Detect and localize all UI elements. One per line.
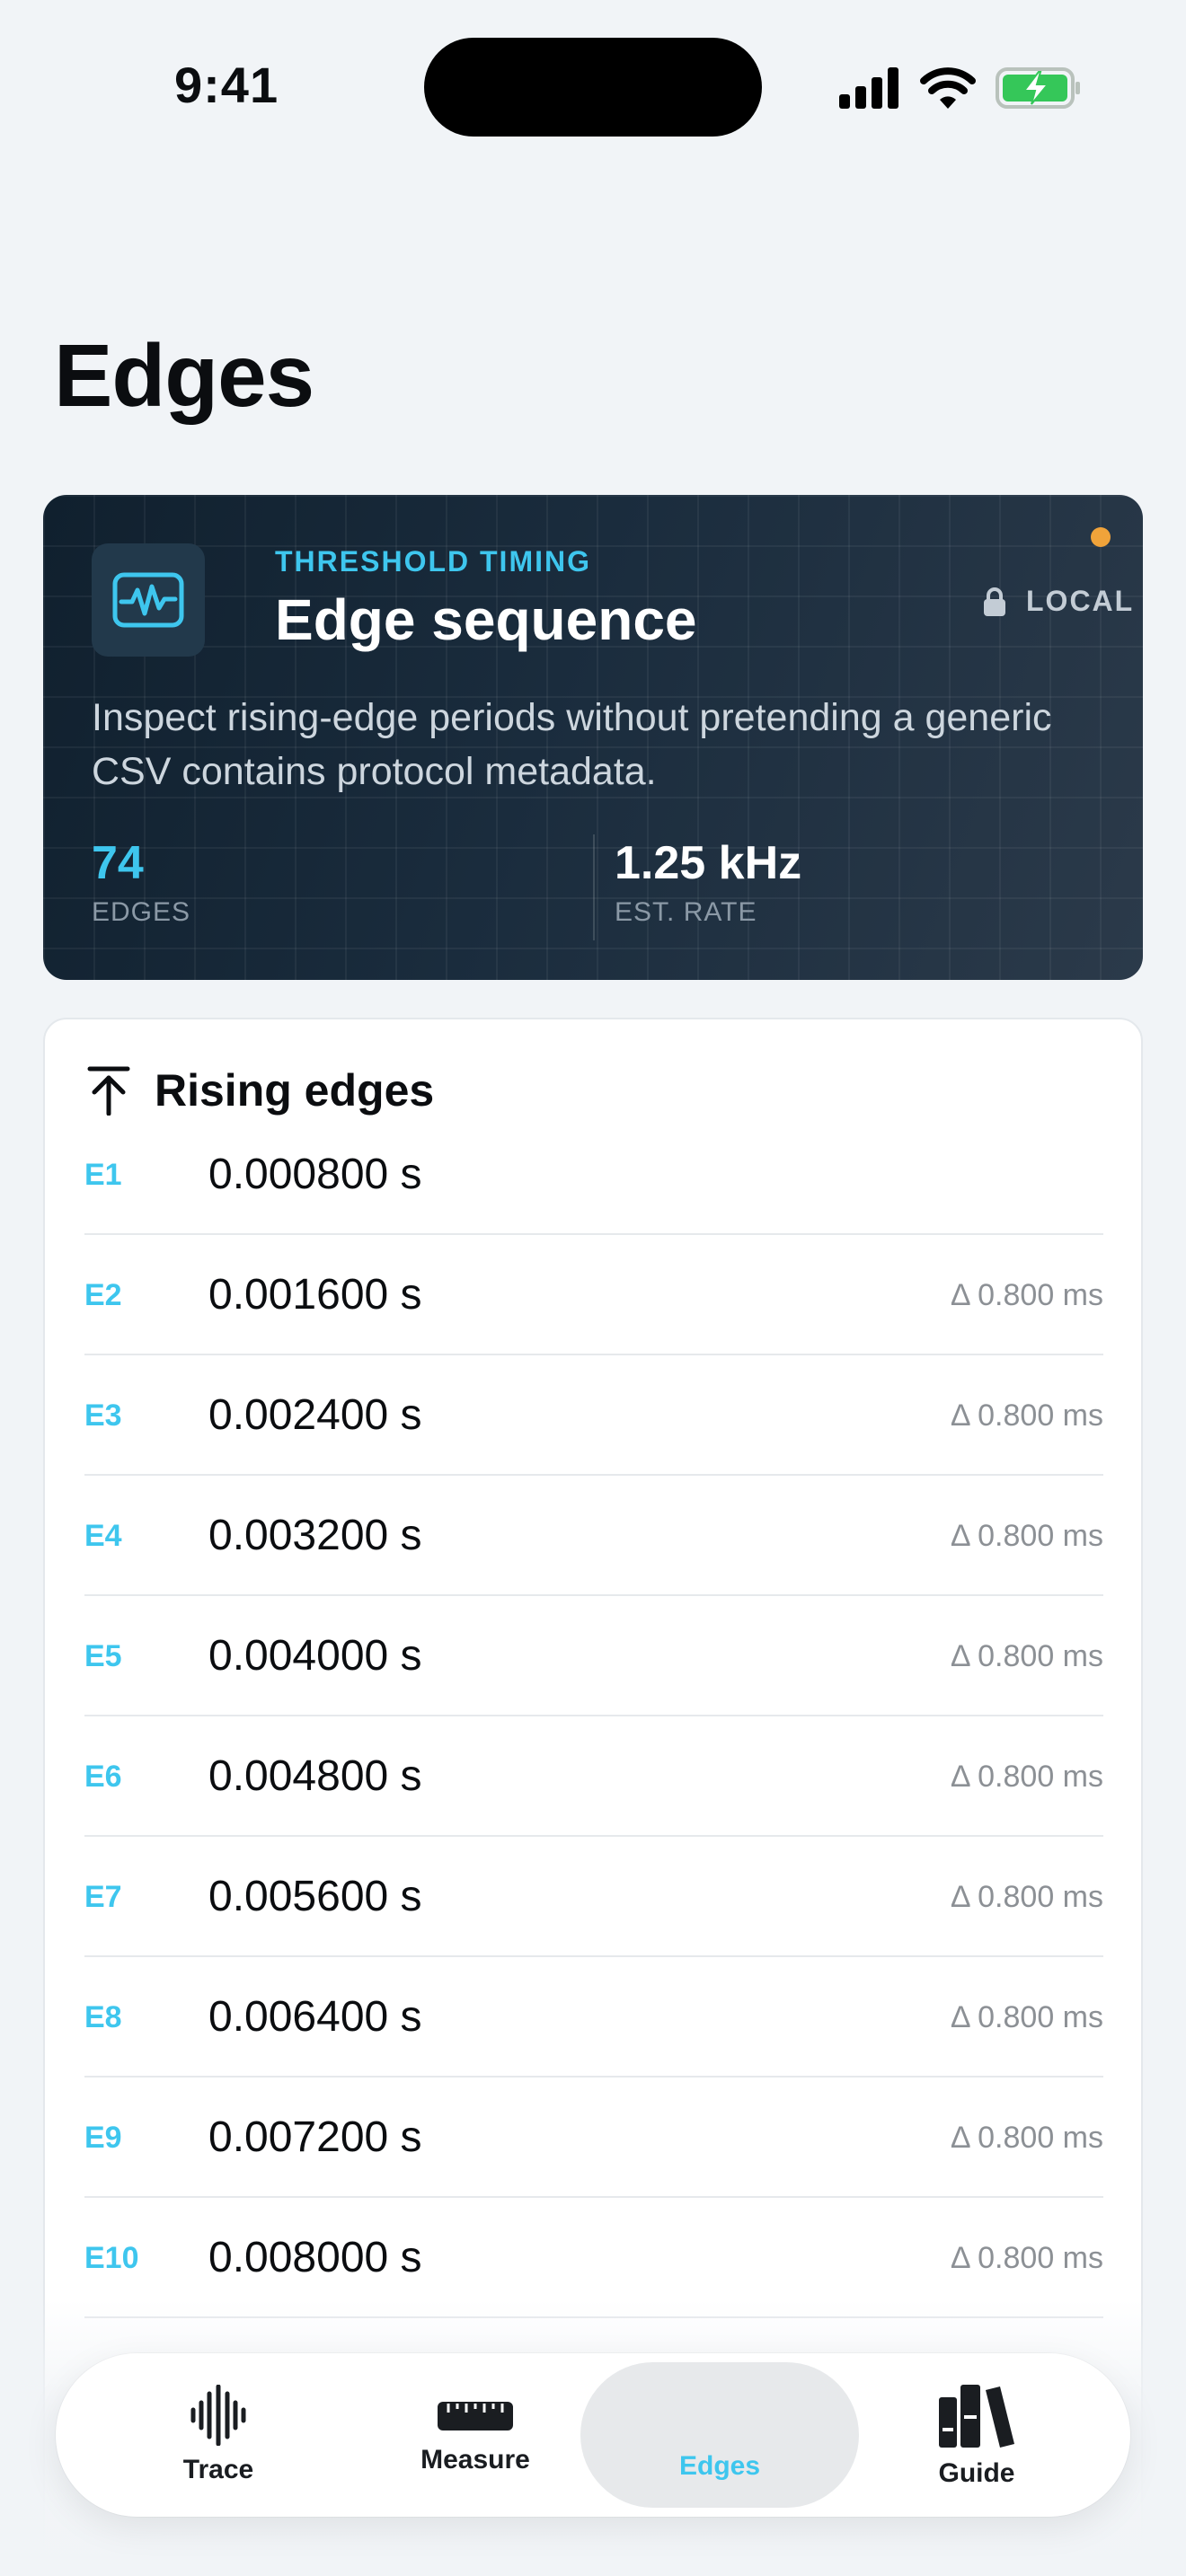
edge-id: E1 (84, 1158, 122, 1192)
edge-delta: Δ 0.800 ms (950, 2121, 1103, 2155)
tab-trace[interactable]: Trace (79, 2362, 358, 2508)
status-time: 9:41 (174, 57, 279, 113)
list-title: Rising edges (155, 1065, 435, 1116)
edge-time: 0.004800 s (208, 1752, 422, 1800)
edge-row: E3 0.002400 s Δ 0.800 ms (84, 1355, 1103, 1476)
edge-id: E7 (84, 1880, 122, 1914)
tab-label: Trace (182, 2455, 254, 2484)
edge-time: 0.004000 s (208, 1632, 422, 1680)
page-title: Edges (54, 326, 314, 425)
est-rate-label: EST. RATE (615, 897, 757, 927)
edge-time: 0.005600 s (208, 1873, 422, 1920)
books-icon (939, 2385, 1014, 2448)
edge-time: 0.007200 s (208, 2113, 422, 2161)
edge-time: 0.001600 s (208, 1271, 422, 1319)
edge-time: 0.003200 s (208, 1512, 422, 1559)
edge-row: E9 0.007200 s Δ 0.800 ms (84, 2078, 1103, 2198)
waveform-bars-icon (190, 2385, 246, 2446)
tab-edges[interactable]: Edges (580, 2362, 859, 2508)
status-icons (839, 63, 1082, 113)
tab-label: Measure (420, 2445, 530, 2475)
edge-id: E3 (84, 1398, 122, 1433)
edge-id: E2 (84, 1278, 122, 1312)
lock-icon (984, 587, 1005, 616)
edge-delta: Δ 0.800 ms (950, 1639, 1103, 1673)
cellular-signal-icon (839, 67, 898, 109)
edge-time: 0.002400 s (208, 1391, 422, 1439)
edge-delta: Δ 0.800 ms (950, 1278, 1103, 1312)
edge-id: E6 (84, 1760, 122, 1794)
screen: 9:41 Edges THRESHOLD TIMING Edge sequenc… (0, 0, 1186, 2576)
hero-description: Inspect rising-edge periods without pret… (92, 696, 1052, 793)
list-header: Rising edges (86, 1064, 434, 1116)
edge-row: E1 0.000800 s (84, 1115, 1103, 1235)
battery-charging-icon (996, 67, 1080, 109)
edge-delta: Δ 0.800 ms (950, 1398, 1103, 1433)
edge-delta: Δ 0.800 ms (950, 1760, 1103, 1794)
hero-icon-box (92, 543, 205, 657)
hero-title: Edge sequence (275, 587, 697, 652)
waveform-icon (112, 572, 184, 628)
tab-label: Edges (678, 2451, 761, 2481)
edge-row: E7 0.005600 s Δ 0.800 ms (84, 1837, 1103, 1957)
hero-eyebrow: THRESHOLD TIMING (275, 545, 591, 578)
arrow-up-to-line-icon (87, 1066, 130, 1116)
edge-id: E4 (84, 1519, 122, 1553)
edge-row: E6 0.004800 s Δ 0.800 ms (84, 1716, 1103, 1837)
wifi-icon (920, 67, 976, 109)
stat-divider (593, 834, 595, 940)
edge-time: 0.000800 s (208, 1151, 422, 1198)
edge-id: E9 (84, 2121, 122, 2155)
local-badge: LOCAL (983, 585, 1134, 618)
tab-guide[interactable]: Guide (837, 2362, 1116, 2508)
edge-delta: Δ 0.800 ms (950, 2000, 1103, 2034)
edges-count-label: EDGES (92, 897, 191, 927)
edge-sequence-card: THRESHOLD TIMING Edge sequence LOCAL Ins… (43, 495, 1143, 980)
edge-row: E5 0.004000 s Δ 0.800 ms (84, 1596, 1103, 1716)
edges-count-value: 74 (92, 837, 144, 889)
edge-delta: Δ 0.800 ms (950, 1519, 1103, 1553)
tab-measure[interactable]: Measure (336, 2362, 615, 2508)
edge-id: E8 (84, 2000, 122, 2034)
status-dot (1091, 527, 1111, 547)
edge-row: E2 0.001600 s Δ 0.800 ms (84, 1235, 1103, 1355)
local-badge-label: LOCAL (1026, 585, 1135, 617)
est-rate-value: 1.25 kHz (615, 837, 802, 889)
tab-bar: Trace Measure Edges Guide (56, 2353, 1130, 2517)
edge-id: E5 (84, 1639, 122, 1673)
edge-time: 0.006400 s (208, 1993, 422, 2041)
edge-row: E4 0.003200 s Δ 0.800 ms (84, 1476, 1103, 1596)
edge-row: E8 0.006400 s Δ 0.800 ms (84, 1957, 1103, 2078)
dynamic-island (424, 38, 762, 137)
ruler-icon (438, 2402, 513, 2430)
edge-delta: Δ 0.800 ms (950, 1880, 1103, 1914)
tab-label: Guide (938, 2458, 1015, 2488)
